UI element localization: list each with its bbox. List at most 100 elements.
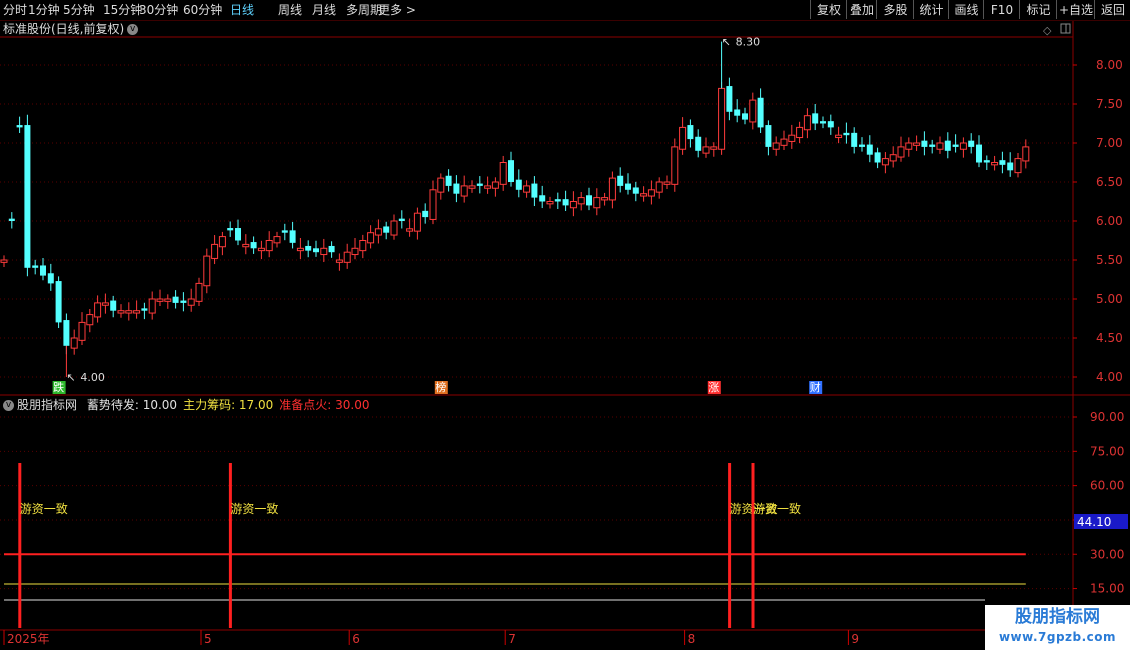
candle-body [0, 259, 8, 263]
watermark-url: www.7gpzb.com [998, 630, 1117, 644]
signal-label-3: 游资一致 [753, 502, 801, 516]
candle-body [874, 152, 881, 163]
indicator-tick-label: 30.00 [1090, 547, 1124, 561]
candle-body [499, 162, 507, 185]
candle-body [242, 243, 250, 248]
candle-body [835, 134, 843, 139]
event-marker-label: 榜 [435, 380, 446, 394]
candle-body [663, 181, 671, 185]
candle-body [156, 298, 164, 302]
candle-body [47, 273, 54, 284]
candle-body [257, 247, 265, 252]
low-arrow-icon: ↖ [66, 371, 75, 384]
candle-body [734, 109, 741, 116]
candle-body [250, 242, 257, 249]
candle-body [827, 121, 834, 128]
candle-body [63, 320, 70, 346]
chevron-down-icon[interactable]: v [3, 400, 14, 411]
candle-body [554, 199, 561, 202]
candle-body [1014, 158, 1022, 174]
candle-body [577, 197, 585, 205]
candle-body [16, 125, 23, 128]
candle-body [803, 115, 811, 131]
candle-body [343, 251, 351, 263]
candle-body [94, 302, 102, 318]
candle-body [460, 185, 468, 197]
candle-body [117, 310, 125, 314]
candle-body [968, 140, 975, 147]
candle-body [374, 228, 382, 236]
candle-body [55, 281, 62, 323]
candle-body [227, 228, 234, 231]
candle-body [413, 212, 421, 232]
price-tick-label: 4.00 [1096, 370, 1123, 384]
candle-body [235, 228, 241, 241]
candle-body [991, 162, 999, 166]
candle-body [983, 160, 990, 163]
candle-body [843, 132, 850, 136]
candle-body [765, 125, 772, 147]
candle-body [351, 247, 359, 256]
date-label-4: 8 [688, 632, 696, 646]
candle-body [484, 185, 492, 189]
candle-body [211, 243, 219, 259]
candle-body [929, 144, 936, 147]
candle-body [897, 146, 905, 158]
price-tick-label: 5.00 [1096, 292, 1123, 306]
candle-body [772, 142, 780, 150]
candle-body [406, 228, 414, 232]
candle-body [187, 298, 195, 306]
candle-body [164, 298, 172, 302]
price-tick-label: 4.50 [1096, 331, 1123, 345]
watermark-logo: 股朋指标网 www.7gpzb.com [985, 605, 1130, 650]
candle-body [359, 240, 367, 252]
candle-body [625, 183, 631, 190]
price-tick-label: 7.50 [1096, 97, 1123, 111]
candle-body [328, 245, 335, 253]
candle-body [859, 144, 865, 147]
date-label-3: 7 [508, 632, 516, 646]
signal-label-0: 游资一致 [20, 502, 68, 516]
candle-body [601, 197, 609, 201]
candle-body [125, 310, 133, 314]
candle-body [608, 177, 616, 201]
indicator-header: v 股朋指标网 蓄势待发: 10.00 主力筹码: 17.00 准备点火: 30.00 [3, 397, 370, 413]
candle-body [531, 183, 538, 198]
indicator-param-1: 主力筹码: 17.00 [183, 398, 274, 412]
candle-body [515, 179, 522, 190]
candle-body [313, 248, 319, 253]
high-price-label: 8.30 [736, 36, 761, 49]
candle-body [569, 201, 577, 209]
candle-body [1022, 146, 1030, 162]
date-label-0: 2025年 [7, 632, 50, 646]
candle-body [70, 337, 78, 349]
candle-body [180, 300, 187, 303]
candle-body [820, 121, 826, 124]
candle-body [437, 177, 445, 193]
current-value-label: 44.10 [1077, 515, 1111, 529]
candle-body [851, 132, 858, 147]
candle-body [273, 236, 281, 244]
price-tick-label: 6.50 [1096, 175, 1123, 189]
candle-body [812, 113, 819, 124]
candle-body [422, 210, 429, 218]
candle-body [959, 142, 967, 150]
candle-body [586, 195, 592, 206]
indicator-param-2: 准备点火: 30.00 [279, 398, 370, 412]
candle-body [913, 142, 921, 146]
diamond-icon: ◇ [1043, 24, 1052, 37]
candle-body [265, 240, 273, 252]
date-label-1: 5 [204, 632, 212, 646]
candle-body [726, 86, 733, 112]
candle-body [562, 199, 569, 206]
candle-body [999, 160, 1006, 165]
candle-body [1007, 162, 1014, 171]
kline-chart[interactable]: 8.00 7.50 7.00 6.50 6.00 5.50 5.00 4.50 4.00 ◇ ↖ 8.… [0, 0, 1130, 650]
candle-body [976, 144, 982, 163]
candle-body [445, 175, 452, 186]
candle-body [788, 134, 796, 142]
candle-body [866, 144, 873, 155]
candle-body [546, 201, 554, 205]
candle-body [78, 321, 86, 341]
candle-body [8, 218, 15, 221]
